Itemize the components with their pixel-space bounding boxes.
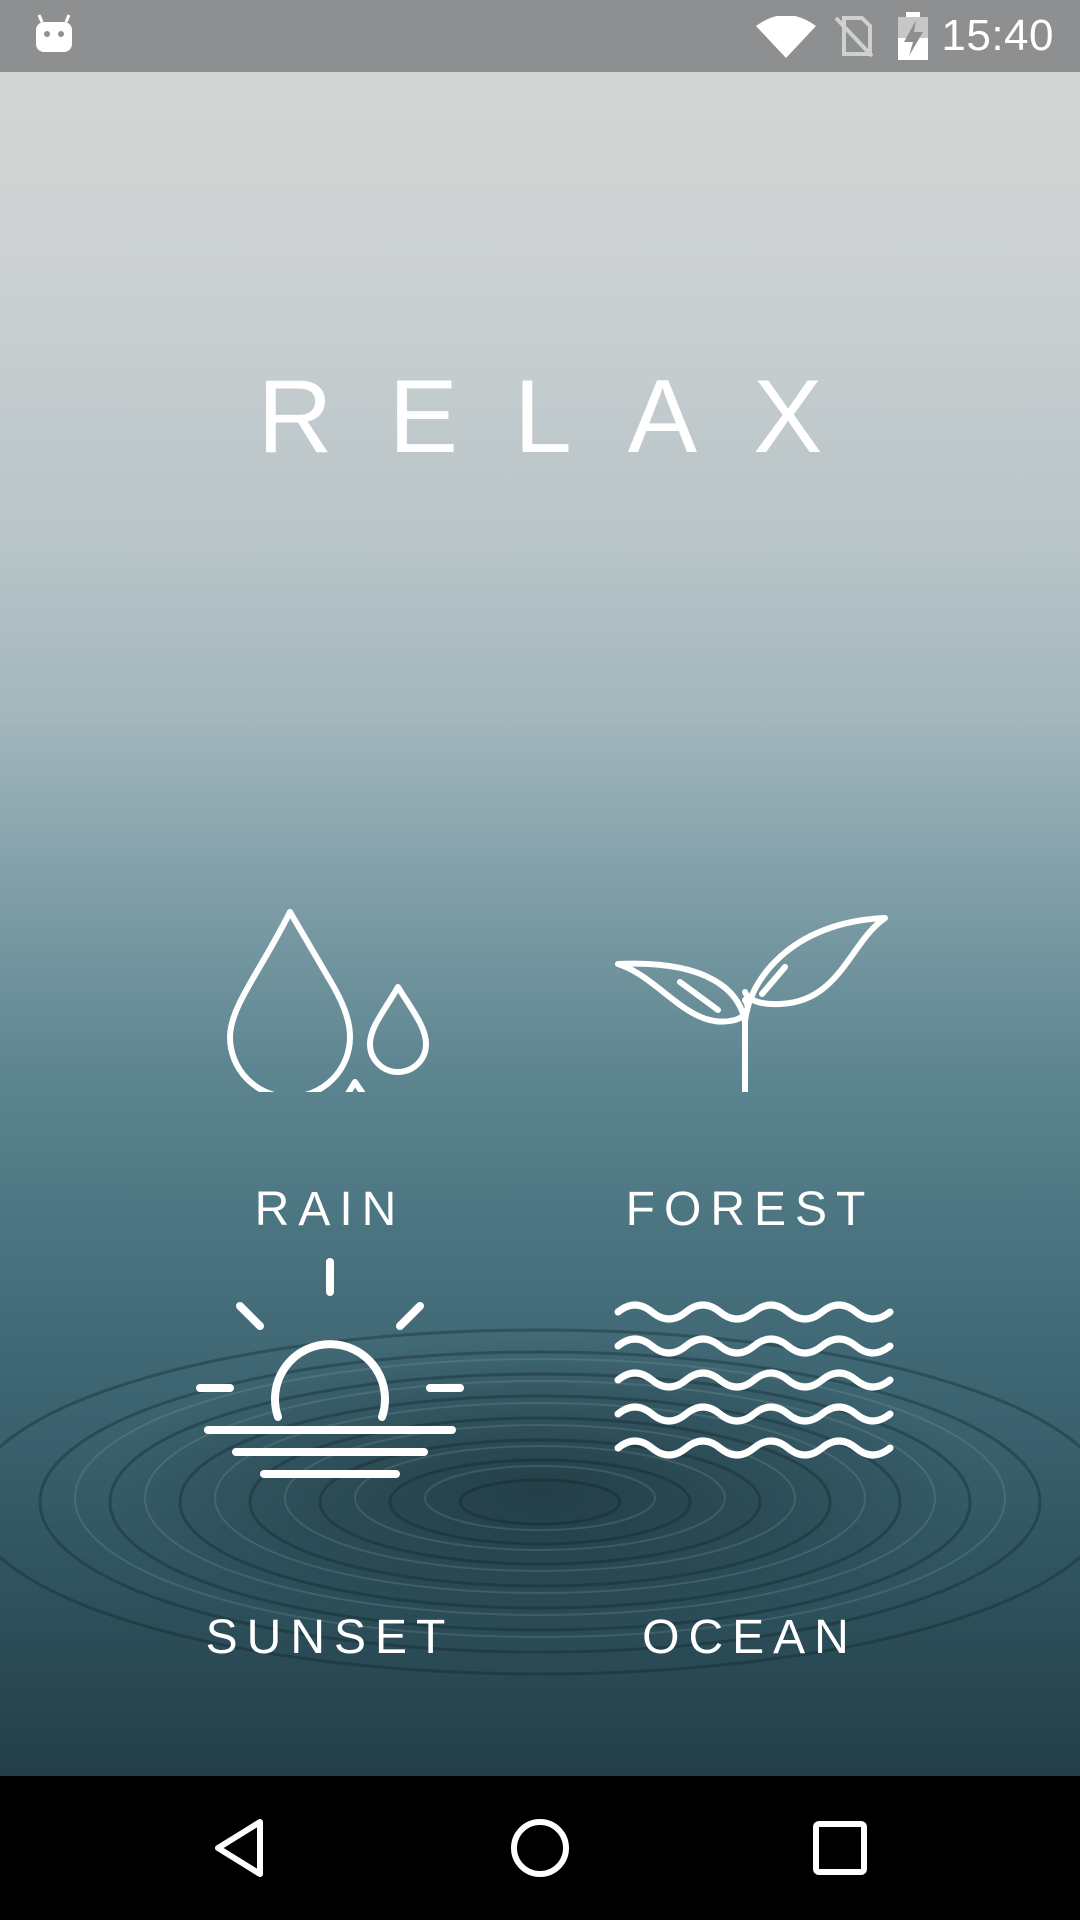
background-lake: RELAX RAIN FOREST SUNSET OCEAN bbox=[0, 72, 1080, 1776]
battery-charging-icon bbox=[898, 12, 928, 60]
sunset-icon bbox=[196, 1258, 464, 1478]
tile-forest-label: FOREST bbox=[625, 1183, 875, 1236]
tile-rain[interactable]: RAIN bbox=[180, 832, 480, 1252]
status-bar: 15:40 bbox=[0, 0, 1080, 72]
water-ripples bbox=[0, 1328, 1080, 1676]
back-icon[interactable] bbox=[208, 1816, 272, 1880]
waves-icon bbox=[614, 1301, 894, 1459]
tile-ocean[interactable]: OCEAN bbox=[600, 1252, 900, 1692]
wifi-icon bbox=[756, 16, 816, 58]
screen: 15:40 RELAX RAIN FOREST SUNSET OCEAN bbox=[0, 0, 1080, 1920]
tile-rain-label: RAIN bbox=[254, 1183, 406, 1236]
app-title: RELAX bbox=[257, 359, 879, 475]
recents-icon[interactable] bbox=[808, 1816, 872, 1880]
navigation-bar bbox=[0, 1776, 1080, 1920]
tile-sunset-label: SUNSET bbox=[205, 1611, 455, 1664]
tile-forest[interactable]: FOREST bbox=[600, 832, 900, 1252]
sprout-icon bbox=[615, 915, 888, 1092]
home-icon[interactable] bbox=[508, 1816, 572, 1880]
tile-ocean-label: OCEAN bbox=[642, 1611, 858, 1664]
rain-drops-icon bbox=[227, 909, 429, 1092]
tile-sunset[interactable]: SUNSET bbox=[180, 1252, 480, 1692]
android-icon bbox=[36, 14, 72, 52]
status-clock: 15:40 bbox=[941, 11, 1054, 60]
no-sim-icon bbox=[834, 16, 874, 58]
